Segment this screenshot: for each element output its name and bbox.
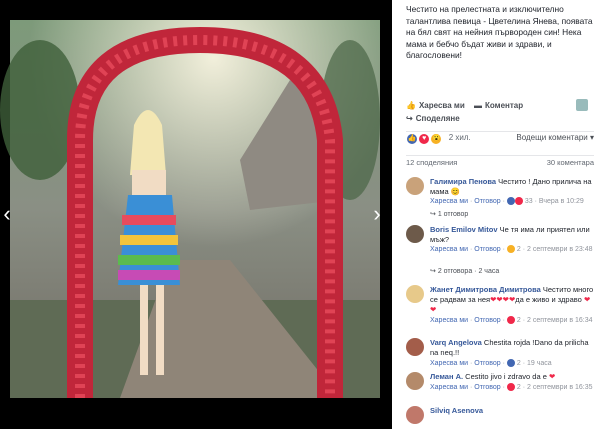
post-stats: 12 споделяния 30 коментара: [406, 155, 594, 172]
commenter-name[interactable]: Галимира Пенова: [430, 177, 496, 186]
like-button[interactable]: 👍 Харесва ми: [406, 101, 465, 110]
heart-icon: ❤: [548, 372, 556, 381]
shares-count[interactable]: 12 споделяния: [406, 158, 457, 167]
post-caption: Честито на прелестната и изключително та…: [406, 4, 593, 60]
comment-text-continued: да е живо и здраво: [515, 295, 582, 304]
avatar[interactable]: [406, 177, 424, 195]
photo-viewer: ‹ ›: [0, 0, 392, 429]
like-reaction-icon: [506, 197, 515, 205]
love-reaction-icon: [506, 383, 515, 391]
comment-like-link[interactable]: Харесва ми: [430, 198, 468, 205]
view-replies-link[interactable]: ↪ 2 отговора · 2 часа: [430, 267, 499, 275]
avatar[interactable]: [406, 225, 424, 243]
like-reaction-icon: [506, 359, 515, 367]
next-photo-button[interactable]: ›: [370, 200, 384, 228]
share-button[interactable]: ↪ Споделяне: [406, 114, 460, 123]
sort-comments-dropdown[interactable]: Водещи коментари ▾: [516, 133, 594, 142]
comment-like-link[interactable]: Харесва ми: [430, 384, 468, 391]
page-avatar-selector[interactable]: [576, 99, 588, 111]
love-reaction-icon[interactable]: ♥: [418, 133, 431, 145]
photo: [0, 0, 392, 429]
love-reaction-icon: [514, 197, 523, 205]
comment-icon: ▬: [474, 101, 482, 110]
commenter-name[interactable]: Леман А.: [430, 372, 463, 381]
comment-reply-link[interactable]: Отговор: [474, 198, 500, 205]
commenter-name[interactable]: Жанет Димитрова Димитрова: [430, 285, 541, 294]
avatar[interactable]: [406, 372, 424, 390]
comment-like-link[interactable]: Харесва ми: [430, 246, 468, 253]
post-actions: 👍 Харесва ми ▬ Коментар ↪ Споделяне: [406, 99, 594, 132]
avatar[interactable]: [406, 338, 424, 356]
reactions-bar: 👍 ♥ 😮 2 хил. Водещи коментари ▾: [406, 133, 594, 153]
comment-button[interactable]: ▬ Коментар: [474, 101, 523, 110]
comment-reply-link[interactable]: Отговор: [474, 317, 500, 324]
comment-reply-link[interactable]: Отговор: [474, 246, 500, 253]
avatar[interactable]: [406, 285, 424, 303]
comment-text: Cestito jivo i zdravo da e: [465, 372, 547, 381]
share-icon: ↪: [406, 114, 413, 123]
love-reaction-icon: [506, 316, 515, 324]
reactions-count[interactable]: 2 хил.: [449, 133, 471, 142]
commenter-name[interactable]: Silviq Asenova: [430, 406, 483, 415]
previous-photo-button[interactable]: ‹: [0, 200, 14, 228]
like-reaction-icon[interactable]: 👍: [406, 133, 418, 145]
comments-count[interactable]: 30 коментара: [547, 158, 594, 167]
post-panel: Честито на прелестната и изключително та…: [396, 0, 600, 429]
comment-reply-link[interactable]: Отговор: [474, 384, 500, 391]
view-replies-link[interactable]: ↪ 1 отговор: [430, 210, 468, 218]
haha-reaction-icon: [506, 245, 515, 253]
comment-like-link[interactable]: Харесва ми: [430, 360, 468, 367]
comment-like-link[interactable]: Харесва ми: [430, 317, 468, 324]
comment-reply-link[interactable]: Отговор: [474, 360, 500, 367]
wow-reaction-icon[interactable]: 😮: [430, 133, 443, 145]
commenter-name[interactable]: Varq Angelova: [430, 338, 482, 347]
heart-icon: ❤❤❤❤: [490, 295, 516, 304]
commenter-name[interactable]: Boris Emilov Mitov: [430, 225, 498, 234]
avatar[interactable]: [406, 406, 424, 424]
thumbs-up-icon: 👍: [406, 101, 416, 110]
